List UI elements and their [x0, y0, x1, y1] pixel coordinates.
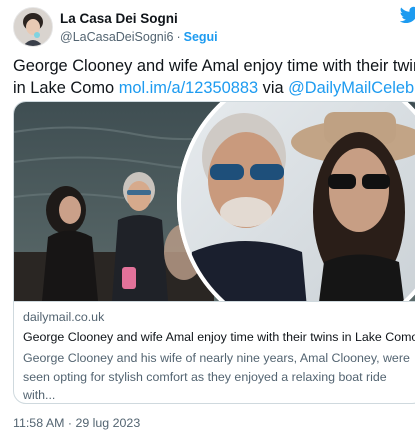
twitter-bird-icon[interactable]	[400, 6, 415, 24]
tweet-timestamp[interactable]: 11:58 AM · 29 lug 2023	[13, 416, 140, 430]
tweet: La Casa Dei Sogni @LaCasaDeiSogni6 · Segui…	[0, 0, 415, 442]
tweet-text: George Clooney and wife Amal enjoy time …	[13, 55, 415, 99]
tweet-text-line: George Clooney and wife Amal enjoy time …	[13, 57, 415, 75]
mention-link[interactable]: @DailyMailCeleb	[288, 79, 414, 97]
handle-row: @LaCasaDeiSogni6 · Segui	[60, 30, 218, 44]
card-meta[interactable]: dailymail.co.uk George Clooney and wife …	[14, 301, 415, 403]
account-name[interactable]: La Casa Dei Sogni	[60, 11, 178, 26]
separator-dot: ·	[176, 30, 181, 44]
card-photo	[14, 102, 415, 301]
tweet-text-line: in Lake Como mol.im/a/12350883 via @Dail…	[13, 77, 415, 99]
card-image[interactable]	[14, 102, 415, 301]
card-description: George Clooney and his wife of nearly ni…	[23, 351, 410, 402]
tweet-text-fragment: in Lake Como	[13, 79, 119, 97]
article-link[interactable]: mol.im/a/12350883	[119, 79, 258, 97]
tweet-text-fragment: via	[258, 79, 289, 97]
follow-button[interactable]: Segui	[184, 30, 218, 44]
card-domain: dailymail.co.uk	[23, 310, 105, 324]
avatar-image	[14, 8, 52, 46]
account-handle[interactable]: @LaCasaDeiSogni6	[60, 30, 173, 44]
avatar[interactable]	[13, 7, 53, 47]
link-card[interactable]: dailymail.co.uk George Clooney and wife …	[13, 101, 415, 404]
card-title: George Clooney and wife Amal enjoy time …	[23, 330, 415, 344]
